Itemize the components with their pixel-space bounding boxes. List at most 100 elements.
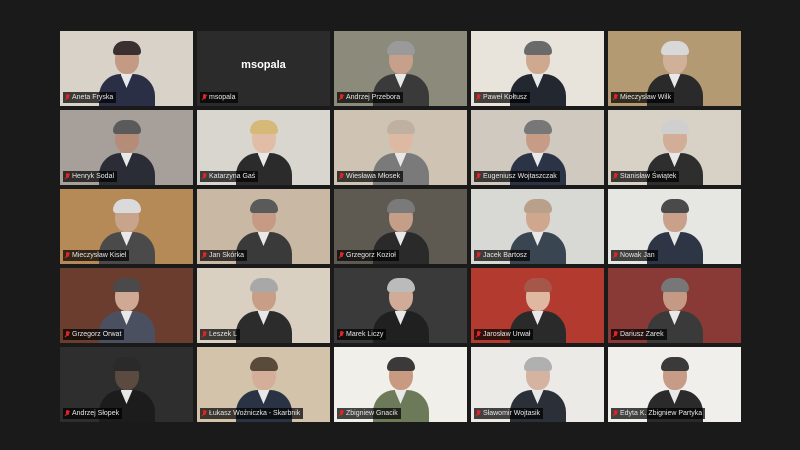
participant-name-tag: Łukasz Woźniczka - Skarbnik xyxy=(200,408,304,419)
participant-name-tag: Andrzej Przebora xyxy=(337,92,404,103)
participant-tile[interactable]: Grzegorz Kozioł xyxy=(334,189,467,264)
mic-muted-icon xyxy=(65,94,70,101)
participant-name: Nowak Jan xyxy=(620,252,655,259)
participant-name-tag: Leszek L xyxy=(200,329,241,340)
participant-tile[interactable]: Łukasz Woźniczka - Skarbnik xyxy=(197,347,330,422)
participant-name-tag: Aneta Fryska xyxy=(63,92,117,103)
mic-muted-icon xyxy=(65,252,70,259)
participant-tile[interactable]: Andrzej Słopek xyxy=(60,347,193,422)
participant-name: Łukasz Woźniczka - Skarbnik xyxy=(209,410,301,417)
participant-tile[interactable]: Mieczysław Kisiel xyxy=(60,189,193,264)
mic-muted-icon xyxy=(476,94,481,101)
participant-tile[interactable]: Grzegorz Orwat xyxy=(60,268,193,343)
participant-name-tag: Katarzyna Gaś xyxy=(200,171,259,182)
mic-muted-icon xyxy=(339,331,344,338)
participant-name-tag: Andrzej Słopek xyxy=(63,408,123,419)
participant-name: Andrzej Słopek xyxy=(72,410,120,417)
participant-tile[interactable]: Jarosław Urwał xyxy=(471,268,604,343)
participant-tile[interactable]: Jacek Bartosz xyxy=(471,189,604,264)
participant-name-tag: Dariusz Zarek xyxy=(611,329,667,340)
participant-name-tag: Stanisław Świątek xyxy=(611,171,680,182)
participant-tile[interactable]: Marek Liczy xyxy=(334,268,467,343)
mic-muted-icon xyxy=(202,94,207,101)
participant-name: Zbigniew Gnacik xyxy=(346,410,398,417)
participant-name-tag: Paweł Kołtusz xyxy=(474,92,530,103)
mic-muted-icon xyxy=(65,331,70,338)
participant-name: Jacek Bartosz xyxy=(483,252,527,259)
participant-tile[interactable]: Henryk Sodal xyxy=(60,110,193,185)
participant-name: msopala xyxy=(209,94,236,101)
mic-muted-icon xyxy=(65,173,70,180)
participant-name-tag: Grzegorz Orwat xyxy=(63,329,125,340)
participant-name-tag: Jarosław Urwał xyxy=(474,329,534,340)
participant-name-tag: Wiesława Młosek xyxy=(337,171,404,182)
mic-muted-icon xyxy=(202,252,207,259)
participant-name-tag: Nowak Jan xyxy=(611,250,658,261)
participant-name: Grzegorz Orwat xyxy=(72,331,122,338)
participant-tile[interactable]: Aneta Fryska xyxy=(60,31,193,106)
mic-muted-icon xyxy=(339,252,344,259)
mic-muted-icon xyxy=(613,331,618,338)
participant-tile[interactable]: Eugeniusz Wojtaszczak xyxy=(471,110,604,185)
mic-muted-icon xyxy=(476,331,481,338)
participant-name: Mieczysław Kisiel xyxy=(72,252,127,259)
participant-display-name: msopala xyxy=(241,59,286,71)
participant-name: Grzegorz Kozioł xyxy=(346,252,396,259)
participant-tile[interactable]: Dariusz Zarek xyxy=(608,268,741,343)
participant-name: Katarzyna Gaś xyxy=(209,173,256,180)
mic-muted-icon xyxy=(613,94,618,101)
participant-name-tag: Zbigniew Gnacik xyxy=(337,408,401,419)
mic-muted-icon xyxy=(339,173,344,180)
participant-name-tag: Mieczysław Kisiel xyxy=(63,250,130,261)
participant-name-tag: Eugeniusz Wojtaszczak xyxy=(474,171,560,182)
participant-tile[interactable]: Edyta K. Zbigniew Partyka xyxy=(608,347,741,422)
participant-tile[interactable]: Andrzej Przebora xyxy=(334,31,467,106)
mic-muted-icon xyxy=(339,410,344,417)
participant-name-tag: Sławomir Wojtasik xyxy=(474,408,544,419)
participant-name: Leszek L xyxy=(209,331,238,338)
participant-tile[interactable]: Katarzyna Gaś xyxy=(197,110,330,185)
participant-name: Sławomir Wojtasik xyxy=(483,410,541,417)
mic-muted-icon xyxy=(613,252,618,259)
mic-muted-icon xyxy=(202,410,207,417)
video-grid: Aneta Fryska msopala msopala Andrzej Przebo… xyxy=(60,31,741,422)
participant-name-tag: Marek Liczy xyxy=(337,329,387,340)
participant-name: Eugeniusz Wojtaszczak xyxy=(483,173,557,180)
mic-muted-icon xyxy=(339,94,344,101)
participant-tile[interactable]: Stanisław Świątek xyxy=(608,110,741,185)
participant-name: Marek Liczy xyxy=(346,331,384,338)
participant-name: Paweł Kołtusz xyxy=(483,94,527,101)
mic-muted-icon xyxy=(476,252,481,259)
participant-name-tag: Henryk Sodal xyxy=(63,171,118,182)
participant-name: Henryk Sodal xyxy=(72,173,115,180)
mic-muted-icon xyxy=(613,410,618,417)
participant-name-tag: Mieczysław Wilk xyxy=(611,92,674,103)
mic-muted-icon xyxy=(476,410,481,417)
participant-tile[interactable]: msopala msopala xyxy=(197,31,330,106)
participant-name: Mieczysław Wilk xyxy=(620,94,671,101)
mic-muted-icon xyxy=(65,410,70,417)
participant-tile[interactable]: Zbigniew Gnacik xyxy=(334,347,467,422)
participant-name-tag: Grzegorz Kozioł xyxy=(337,250,399,261)
participant-name: Dariusz Zarek xyxy=(620,331,664,338)
participant-name: Edyta K. Zbigniew Partyka xyxy=(620,410,703,417)
participant-name: Jarosław Urwał xyxy=(483,331,531,338)
participant-name: Stanisław Świątek xyxy=(620,173,677,180)
mic-muted-icon xyxy=(202,173,207,180)
participant-tile[interactable]: Sławomir Wojtasik xyxy=(471,347,604,422)
participant-tile[interactable]: Leszek L xyxy=(197,268,330,343)
participant-name: Andrzej Przebora xyxy=(346,94,401,101)
participant-tile[interactable]: Paweł Kołtusz xyxy=(471,31,604,106)
participant-name-tag: Jacek Bartosz xyxy=(474,250,530,261)
mic-muted-icon xyxy=(476,173,481,180)
participant-silhouette xyxy=(235,275,292,343)
participant-tile[interactable]: Jan Skórka xyxy=(197,189,330,264)
participant-tile[interactable]: Nowak Jan xyxy=(608,189,741,264)
participant-name: Aneta Fryska xyxy=(72,94,114,101)
mic-muted-icon xyxy=(613,173,618,180)
participant-name: Wiesława Młosek xyxy=(346,173,401,180)
participant-tile[interactable]: Mieczysław Wilk xyxy=(608,31,741,106)
mic-muted-icon xyxy=(202,331,207,338)
participant-tile[interactable]: Wiesława Młosek xyxy=(334,110,467,185)
participant-name-tag: msopala xyxy=(200,92,239,103)
